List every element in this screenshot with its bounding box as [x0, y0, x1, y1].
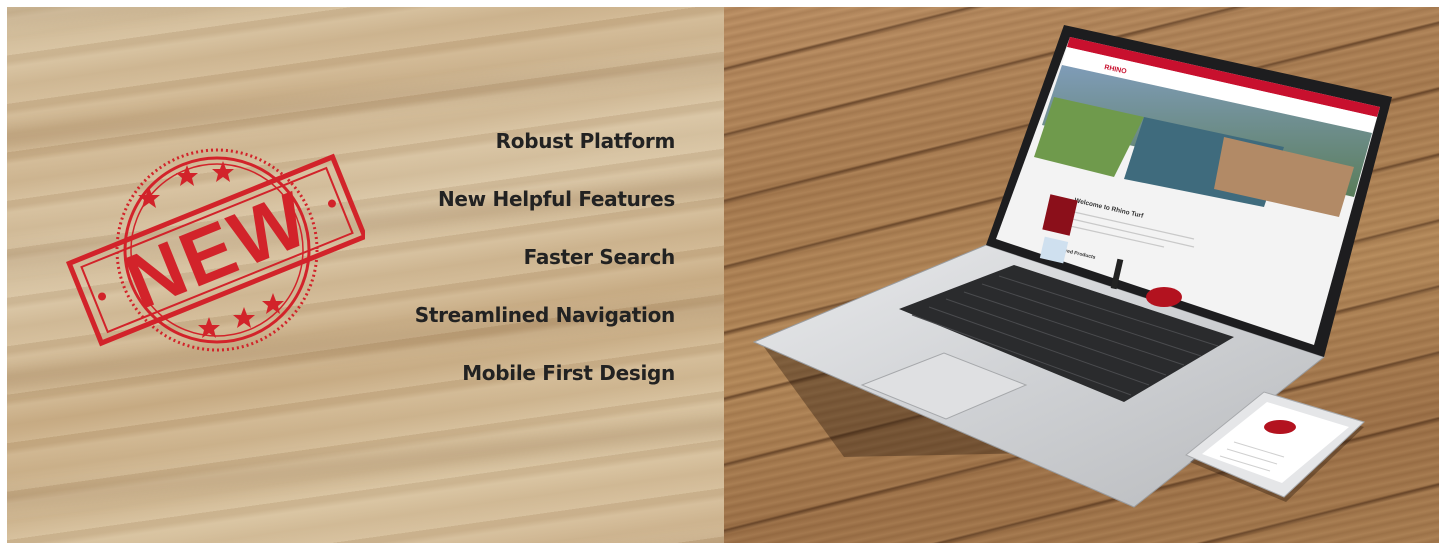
feature-item: Mobile First Design: [462, 361, 675, 385]
device-photo: RHINO Welcome to Rhino Turf Featured Pro…: [724, 7, 1439, 543]
feature-item: Streamlined Navigation: [414, 303, 676, 327]
device-illustration: RHINO Welcome to Rhino Turf Featured Pro…: [752, 25, 1392, 508]
banner: NEW Robust Platform New Helpful Features…: [7, 7, 1439, 543]
feature-list: Robust Platform New Helpful Features Fas…: [315, 125, 676, 415]
feature-item: Faster Search: [523, 245, 676, 269]
promo-panel: NEW Robust Platform New Helpful Features…: [7, 7, 724, 543]
feature-item: Robust Platform: [495, 129, 676, 153]
feature-item: New Helpful Features: [437, 187, 675, 211]
